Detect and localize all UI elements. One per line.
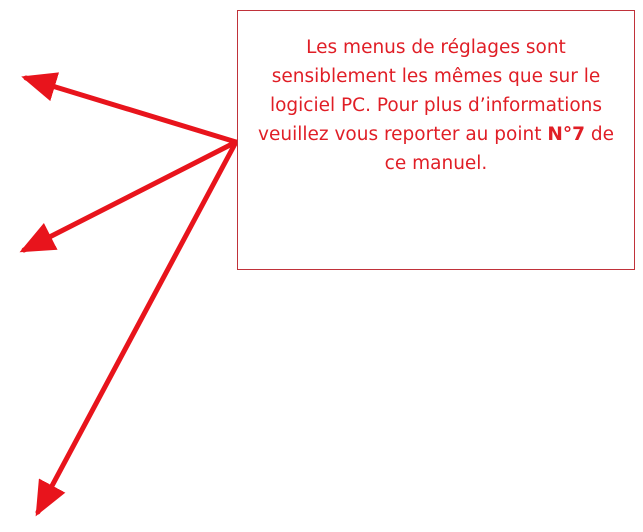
callout-highlight: N°7	[547, 124, 585, 145]
callout-box: Les menus de réglages sont sensiblement …	[237, 10, 635, 270]
arrow-middle-left	[19, 139, 239, 253]
callout-text: Les menus de réglages sont sensiblement …	[254, 33, 618, 178]
arrow-upper-left	[21, 72, 239, 145]
arrow-lower-left	[35, 139, 239, 517]
